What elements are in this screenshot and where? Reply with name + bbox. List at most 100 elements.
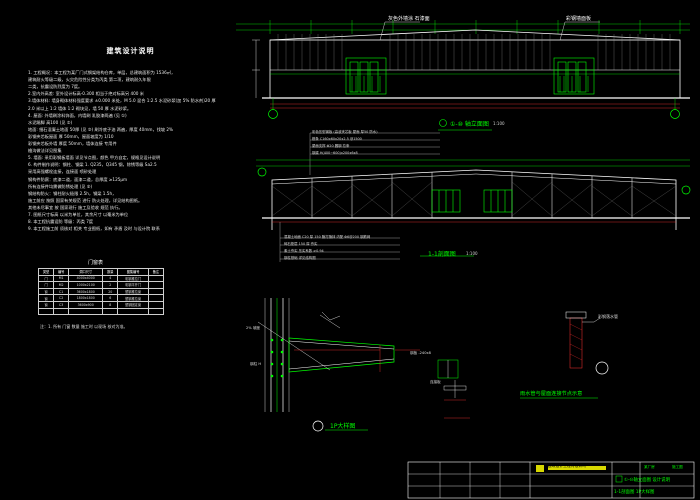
table-cell [147,300,165,309]
detail1-title: 1P大样图 [330,423,356,430]
notes-title: 建筑设计说明 [106,47,155,55]
table-cell: 1800x1800 [68,294,104,302]
floor-note: 素土夯实 压实系数 ≥0.94 [284,249,324,253]
note-line: 彩钢夹芯板外墙 厚度 50mm，墙体连接 专用件 [28,141,117,147]
note-line: 水泥踢脚 高100 (见 ②) [28,119,73,125]
note-line: 采用高强螺栓连接，连接面 喷砂处理 [28,169,97,175]
elevation-title: ①-⑩ 轴立面图 [450,121,489,128]
table-cell: 门 [37,274,55,283]
note-line: 3.墙体材料: 墙身砌体材料强度要求 ±0.000 米处，M 5.0 混合 1:… [28,98,216,104]
table-cell [68,307,104,316]
table-cell: 编号 [53,268,70,276]
table-cell: 类型 [37,268,55,276]
table-cell [147,307,165,316]
title-block-drawing-name-1: ①-⑩轴立面图 设计说明 [624,478,670,483]
note-line: 5. 墙面: 采用彩钢板墙面 详见节点图，颜色 甲方自定，规格见设计说明 [28,155,161,161]
table-cell: 彩钢推拉门 [117,274,149,283]
table-cell: 3600x1800 [68,287,104,296]
table-cell: 1000x2100 [68,281,104,289]
floor-note: 碎石垫层 150 厚 夯实 [284,242,318,246]
note-line: 1. 工程概况：本工程为某厂门式钢架结构仓库，单层，总建筑面积为 1536㎡， [28,70,176,76]
detail1-label-tr: 钢板 -240x8 [410,351,431,355]
note-line: 2.0 米以上 1:2 墙体 1:2 砌块见，墙 50 厚 水泥砂浆。 [28,105,132,111]
table-cell: 彩钢平开门 [117,281,149,289]
table-header-row: 类型 编号 洞口尺寸 数量 图集编号 备注 [37,268,165,276]
table-cell: 窗 [37,300,55,309]
note-line: 地面: 细石混凝土地面 50厚 (见 ③) 刷冷底子油 两遍，厚度 40mm，找… [28,126,174,132]
note-line: 所有连接件均需做防锈处理 (见 ⑤) [28,183,93,189]
roof-note: 彩色压型钢板 (高波夹芯板 屋面 厚50 防水) [312,130,378,134]
design-notes: 建筑设计说明 1. 工程概况：本工程为某厂门式钢架结构仓库，单层，总建筑面积为 … [28,47,233,232]
floor-note: 混凝土地面 C20 厚 150 随打随抹 内配 Φ6@200 钢筋网 [284,235,371,239]
table-cell: 图集编号 [117,268,149,276]
detail-1p [257,298,470,432]
note-line: 8. 本工程抗震设防 等级：丙类 7度 [28,219,94,225]
detail1-label-l: 钢柱 H [250,362,262,366]
detail-2 [520,311,609,399]
title-block-drawing-name-2: 1-1剖面图 1P大样图 [614,490,655,495]
door-window-table: 类型 编号 洞口尺寸 数量 图集编号 备注 门 M1 4000x4000 4 彩… [37,268,165,316]
elevation-top [236,20,690,131]
table-cell: 备注 [147,268,165,276]
note-line: 檐沟做法详见图集 [28,148,62,154]
table-cell: C1 [53,287,70,296]
table-cell: 20 [102,287,119,296]
detail2-label: 彩钢落水管 [598,314,618,319]
note-line: 其他未尽事宜 按 国家现行 施工及验收 规范 执行。 [28,204,123,210]
note-line: 2.室内外高差: 室外设计标高-0.300 相当于绝对标高另 400 米 [28,91,144,97]
roof-note: 檩条 C160x60x20x2.5 @1500 [312,137,362,141]
detail2-title: 雨水管与屋面连接节点示意 [520,391,583,397]
table-row: 窗 C1 3600x1800 20 塑钢推拉窗 [37,287,165,296]
section-title: 1-1剖面图 [428,251,456,258]
table-cell: 洞口尺寸 [68,268,104,276]
table-row: 门 M1 4000x4000 4 彩钢推拉门 [37,274,165,283]
note-line: 9. 本工程施工前 须核对 相关 专业图纸，如有 矛盾 及时 与设计院 联系 [28,226,160,232]
table-cell: 塑钢推拉窗 [117,287,149,296]
table-row: 窗 C2 1800x1800 6 塑钢推拉窗 [37,294,165,302]
table-cell: 窗 [37,287,55,296]
roof-note: 钢梁 H(400~600)x200x6x8 [312,151,358,155]
table-cell: 2 [102,281,119,289]
title-block-stage: 施工图 [672,465,683,469]
note-line: 6. 构件制作说明：钢柱、钢梁 1. Q235，Q345 钢，除锈等级 Sa2.… [28,162,157,168]
door-table-title: 门窗表 [88,260,104,266]
floor-note: 钢柱基础 详见结构图 [284,256,316,260]
elevation-label-right: 彩钢墙面板 [566,16,592,22]
section-scale: 1:100 [466,251,478,256]
table-row: 窗 C3 3600x900 8 塑钢固定窗 [37,300,165,309]
note-line: 彩钢夹芯板屋面 厚 50mm，屋面坡度为 1/10 [28,133,114,139]
table-cell [147,274,165,283]
note-line: 4. 屋面: 外墙刷涂料饰面，内墙刷 乳胶漆两遍 (见 ①) [28,112,127,118]
detail1-label-tl: 2% 坡度 [246,326,261,330]
table-cell [147,281,165,289]
note-line: 钢结构防火：钢柱耐火极限 2.5h，钢梁 1.5h， [28,190,117,196]
table-cell: 门 [37,281,55,289]
note-line: 二类，抗震设防烈度为 7度。 [28,84,83,90]
table-note: 注：1. 所有 门窗 数量 施工时 以现场 核对为准。 [40,324,128,329]
table-cell: M1 [53,274,70,283]
table-row: 门 M2 1000x2100 2 彩钢平开门 [37,281,165,289]
table-row [37,307,165,316]
table-cell: 4 [102,274,119,283]
roof-note: 屋面支撑 Φ20 圆钢 拉条 [312,144,350,148]
detail1-label-r: 连接板 [430,380,441,384]
table-cell: 塑钢固定窗 [117,300,149,309]
table-cell: 3600x900 [68,300,104,309]
table-cell: 塑钢推拉窗 [117,294,149,302]
table-cell: 8 [102,300,119,309]
table-cell: 窗 [37,294,55,302]
note-line: 建筑耐火等级二级，火灾危险性分类为丙类 第二项，建筑耐久年限 [28,77,151,83]
note-line: 7. 图纸尺寸标高 以米为单位，其余尺寸 以毫米为单位 [28,211,129,217]
table-cell: C2 [53,294,70,302]
elevation-label-left: 灰色外墙涂 石漆面 [388,16,430,22]
table-cell: 6 [102,294,119,302]
table-cell: M2 [53,281,70,289]
note-line: 施工前应 按照 国家有关规范 进行 防火处理，详见结构图纸。 [28,197,143,203]
note-line: 钢构件防腐：底漆二道，面漆二道，总厚度 ≥125μm [28,176,128,182]
table-cell: C3 [53,300,70,309]
table-cell: 4000x4000 [68,274,104,283]
elevation-scale: 1:100 [493,121,505,126]
title-block-company: 建筑设计工程有限公司 [548,463,586,468]
table-cell [53,307,70,316]
title-block-project: 某厂房 [644,465,655,469]
